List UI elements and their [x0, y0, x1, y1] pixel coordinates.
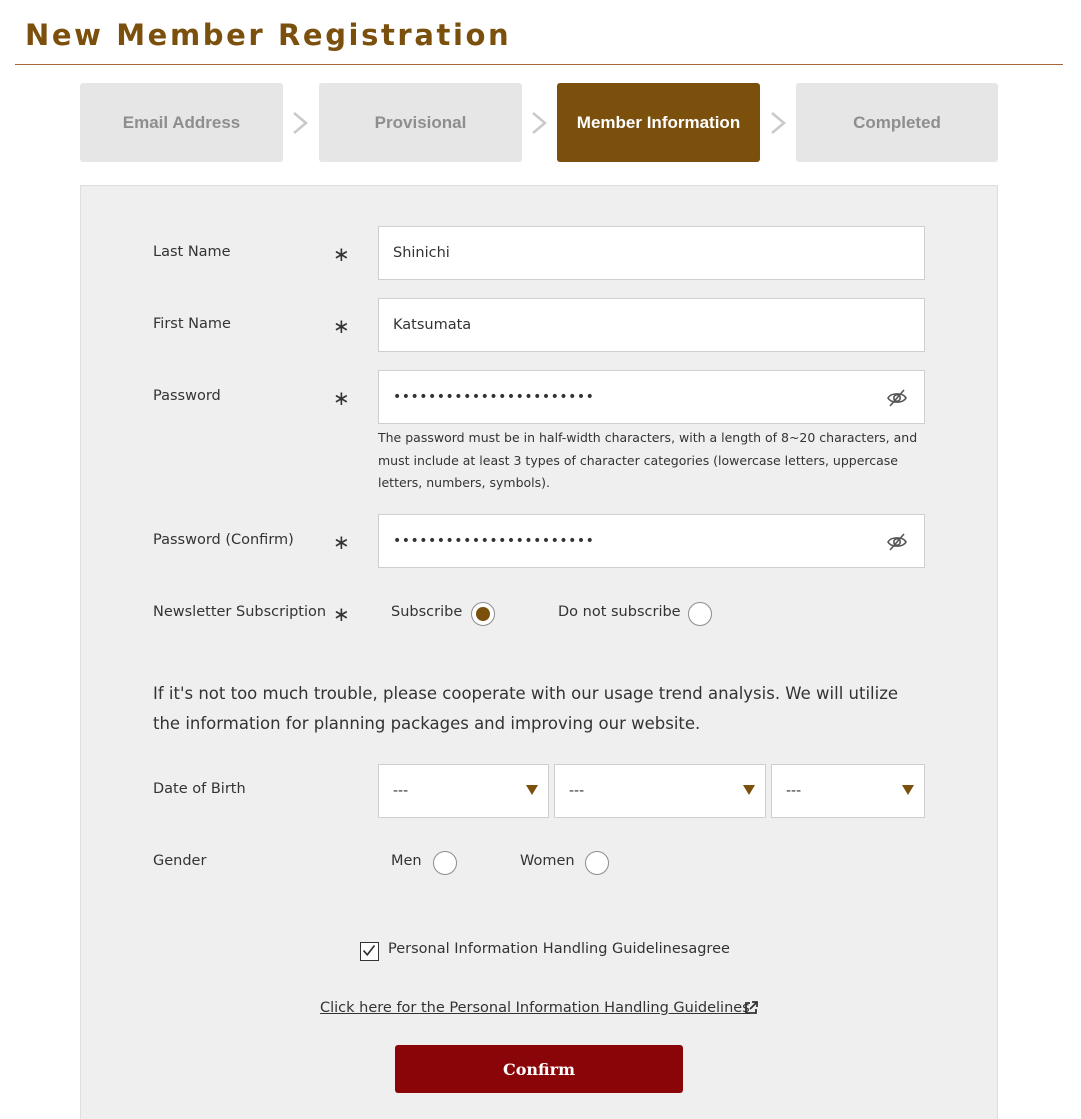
chevron-right-icon	[293, 112, 308, 134]
step-member-information: Member Information	[557, 83, 760, 162]
dob-year-value: ---	[393, 783, 409, 799]
dob-label: Date of Birth	[153, 781, 246, 797]
dob-day-select[interactable]: ---	[771, 764, 925, 818]
usage-analysis-intro: If it's not too much trouble, please coo…	[153, 684, 899, 733]
agree-label[interactable]: Personal Information Handling Guidelines…	[388, 941, 730, 957]
chevron-right-icon	[771, 112, 786, 134]
chevron-right-icon	[532, 112, 547, 134]
eye-slash-icon[interactable]	[886, 531, 908, 553]
first-name-label: First Name	[153, 316, 231, 332]
progress-steps: Email Address Provisional Member Informa…	[80, 83, 998, 162]
password-confirm-label: Password (Confirm)	[153, 532, 294, 548]
check-icon	[362, 945, 376, 957]
first-name-value: Katsumata	[393, 317, 472, 333]
men-radio[interactable]	[433, 851, 457, 875]
caret-down-icon	[743, 785, 755, 795]
first-name-input[interactable]: Katsumata	[378, 298, 925, 352]
required-mark: ∗	[333, 386, 350, 410]
gender-label: Gender	[153, 853, 207, 869]
agree-checkbox[interactable]	[360, 942, 379, 961]
step-completed: Completed	[796, 83, 998, 162]
women-radio[interactable]	[585, 851, 609, 875]
subscribe-label[interactable]: Subscribe	[391, 604, 462, 620]
title-divider	[15, 64, 1063, 65]
required-mark: ∗	[333, 602, 350, 626]
page-title: New Member Registration	[25, 18, 512, 52]
step-provisional: Provisional	[319, 83, 522, 162]
do-not-subscribe-radio[interactable]	[688, 602, 712, 626]
password-label: Password	[153, 388, 221, 404]
dob-month-value: ---	[569, 783, 585, 799]
newsletter-label: Newsletter Subscription	[153, 604, 327, 620]
dob-month-select[interactable]: ---	[554, 764, 766, 818]
subscribe-radio[interactable]	[471, 602, 495, 626]
password-confirm-input[interactable]: •••••••••••••••••••••••	[378, 514, 925, 568]
confirm-button[interactable]: Confirm	[395, 1045, 683, 1093]
password-input[interactable]: •••••••••••••••••••••••	[378, 370, 925, 424]
last-name-label: Last Name	[153, 244, 231, 260]
last-name-value: Shinichi	[393, 245, 450, 261]
dob-day-value: ---	[786, 783, 802, 799]
eye-slash-icon[interactable]	[886, 387, 908, 409]
last-name-input[interactable]: Shinichi	[378, 226, 925, 280]
password-masked-value: •••••••••••••••••••••••	[393, 389, 595, 405]
step-email-address: Email Address	[80, 83, 283, 162]
do-not-subscribe-label[interactable]: Do not subscribe	[558, 604, 681, 620]
women-label[interactable]: Women	[520, 853, 575, 869]
password-confirm-masked-value: •••••••••••••••••••••••	[393, 533, 595, 549]
required-mark: ∗	[333, 530, 350, 554]
caret-down-icon	[902, 785, 914, 795]
men-label[interactable]: Men	[391, 853, 422, 869]
password-help-text: The password must be in half-width chara…	[378, 430, 918, 490]
required-mark: ∗	[333, 314, 350, 338]
required-mark: ∗	[333, 242, 350, 266]
guidelines-link[interactable]: Click here for the Personal Information …	[320, 1000, 750, 1016]
caret-down-icon	[526, 785, 538, 795]
external-link-icon[interactable]	[743, 1000, 759, 1016]
dob-year-select[interactable]: ---	[378, 764, 549, 818]
